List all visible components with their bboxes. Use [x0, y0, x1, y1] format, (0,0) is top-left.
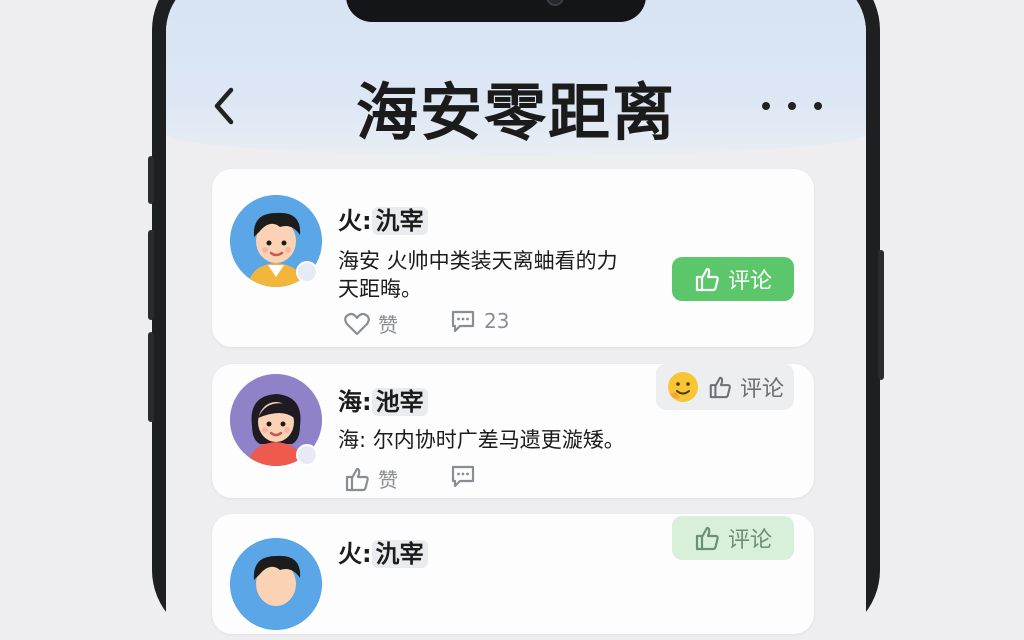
front-camera [546, 0, 564, 6]
comment-bubble-icon [451, 310, 475, 333]
more-button[interactable] [762, 86, 822, 126]
author-prefix: 火: [338, 207, 372, 235]
author-tag: 池宰 [371, 388, 428, 416]
avatar[interactable] [230, 538, 322, 630]
emoji-face-icon [667, 372, 698, 402]
heart-icon [344, 312, 370, 335]
comment-button[interactable]: 评论 [672, 257, 794, 301]
post-text: 海安 火帅中类装天离蚰看的力 天距晦。 [338, 247, 698, 303]
post-card: 火: 氿宰 评论 [212, 514, 814, 634]
page-title: 海安零距离 [355, 76, 676, 149]
thumbs-up-icon [709, 376, 731, 399]
comment-button-label: 评论 [739, 377, 784, 402]
comment-button-label: 评论 [727, 269, 772, 294]
post-card: 火: 氿宰 海安 火帅中类装天离蚰看的力 天距晦。 赞 23 评论 [212, 169, 814, 347]
like-button[interactable]: 赞 [344, 464, 398, 493]
like-label: 赞 [378, 313, 398, 337]
more-dot [814, 102, 822, 110]
like-label: 赞 [378, 468, 398, 492]
comment-bubble-icon [451, 465, 475, 488]
online-status-dot [296, 444, 318, 466]
thumbs-up-icon [695, 526, 719, 551]
author-tag: 氿宰 [371, 540, 428, 568]
comment-button[interactable]: 评论 [656, 364, 794, 410]
post-text-line: 海安 火帅中类装天离蚰看的力 [338, 249, 618, 273]
author-tag: 氿宰 [371, 207, 428, 235]
author-prefix: 火: [338, 540, 372, 568]
phone-frame: 海安零距离 火: 氿宰 海安 火帅中类装天离蚰看的力 天距晦。 赞 23 评论 … [148, 0, 884, 640]
author-name: 火: 氿宰 [338, 534, 428, 569]
post-card: 海: 池宰 海: 尔内协时广差马遗更漩矮。 赞 评论 [212, 364, 814, 498]
thumbs-up-icon [695, 267, 719, 292]
phone-volume-down [148, 332, 154, 422]
post-text-line: 海: 尔内协时广差马遗更漩矮。 [338, 428, 625, 452]
phone-notch [346, 0, 646, 22]
more-dot [762, 102, 770, 110]
phone-side-button [148, 156, 154, 204]
phone-volume-up [148, 230, 154, 320]
like-button[interactable]: 赞 [344, 309, 398, 338]
comment-button[interactable]: 评论 [672, 516, 794, 560]
more-dot [788, 102, 796, 110]
comment-button-label: 评论 [727, 528, 772, 553]
phone-power-button [878, 250, 884, 380]
online-status-dot [296, 261, 318, 283]
author-prefix: 海: [338, 388, 372, 416]
comment-count: 23 [484, 309, 510, 333]
post-text: 海: 尔内协时广差马遗更漩矮。 [338, 426, 758, 454]
thumbs-up-icon [345, 467, 369, 491]
author-name: 火: 氿宰 [338, 201, 428, 236]
post-text-line: 天距晦。 [338, 277, 422, 301]
boy-avatar-icon [230, 538, 322, 630]
phone-screen: 海安零距离 火: 氿宰 海安 火帅中类装天离蚰看的力 天距晦。 赞 23 评论 … [166, 0, 866, 640]
comment-count-button[interactable]: 23 [450, 309, 509, 333]
author-name: 海: 池宰 [338, 382, 428, 417]
comment-count-button[interactable] [450, 464, 484, 488]
